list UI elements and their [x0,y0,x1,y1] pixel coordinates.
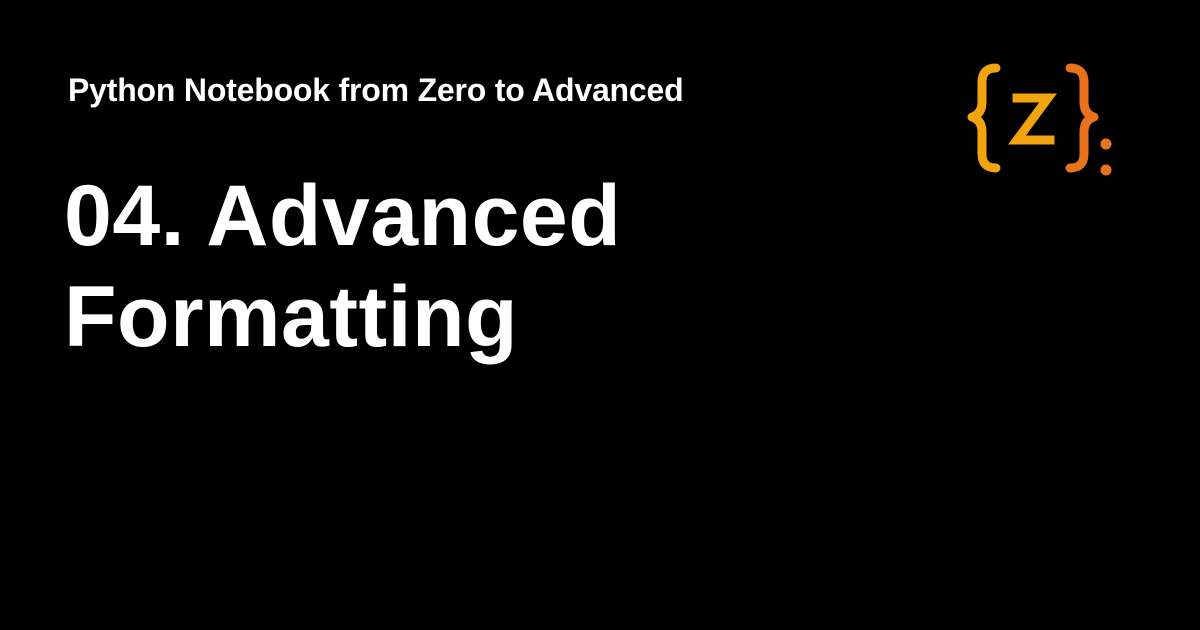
series-title: Python Notebook from Zero to Advanced [68,72,684,108]
colon-bottom-dot-icon [1100,164,1112,176]
colon-top-dot-icon [1100,138,1112,150]
lesson-title: 04. Advanced Formatting [64,166,884,368]
social-card: Python Notebook from Zero to Advanced 04… [0,0,1200,630]
brand-logo-icon [962,56,1122,186]
lesson-title-line-2: Formatting [64,269,519,365]
lesson-title-line-1: 04. Advanced [64,168,622,264]
left-brace-icon [967,63,1001,173]
letter-z-icon [1008,93,1057,145]
right-brace-icon [1065,63,1099,173]
